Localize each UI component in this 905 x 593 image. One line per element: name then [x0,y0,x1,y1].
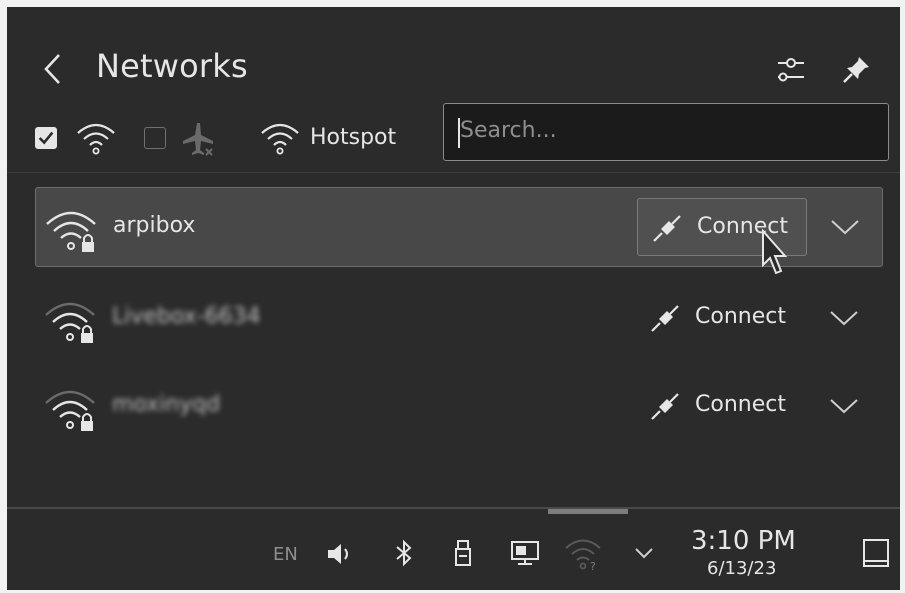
configure-icon[interactable] [773,51,809,87]
chevron-down-icon[interactable] [828,216,862,238]
wifi-secured-icon [45,390,95,431]
wifi-icon [77,123,115,155]
network-row[interactable]: moxinyqd Connect [35,367,883,447]
hotspot-button[interactable]: Hotspot [310,125,396,150]
svg-text:?: ? [590,560,596,572]
panel-drag-handle[interactable] [548,509,628,514]
chevron-down-icon[interactable] [827,395,861,417]
panel-divider [7,507,900,509]
network-row[interactable]: Livebox-6634 Connect [35,279,883,359]
divider [7,172,900,173]
plug-icon [651,305,679,332]
usb-drive-icon[interactable] [453,538,473,568]
connect-label: Connect [695,392,786,417]
bluetooth-icon[interactable] [393,538,415,568]
mouse-pointer-icon [762,229,788,275]
network-name: Livebox-6634 [112,304,261,329]
wifi-secured-icon [45,302,95,343]
wifi-enabled-checkbox[interactable] [35,127,57,149]
plug-icon [651,393,679,420]
airplane-mode-checkbox[interactable] [144,127,166,149]
pin-icon[interactable] [839,51,875,87]
page-title: Networks [96,47,248,85]
connect-label: Connect [695,304,786,329]
connect-button[interactable]: Connect [636,289,806,347]
display-icon[interactable] [509,538,541,568]
connect-button[interactable]: Connect [636,377,806,435]
clock-date[interactable]: 6/13/23 [707,558,776,579]
chevron-down-icon[interactable] [633,545,655,561]
search-placeholder: Search... [460,118,557,143]
search-input[interactable]: Search... [443,103,889,161]
plug-icon [653,215,681,242]
chevron-down-icon[interactable] [827,307,861,329]
volume-icon[interactable] [325,540,355,568]
airplane-mode-icon [183,123,213,156]
networks-popup: Networks Hotspot Search... arpibox Conne… [7,7,900,590]
clock-time[interactable]: 3:10 PM [691,526,796,556]
hotspot-wifi-icon[interactable] [259,119,301,157]
back-icon[interactable] [41,49,65,89]
network-name: moxinyqd [112,392,221,417]
network-status-icon[interactable]: ? [563,534,603,572]
checkmark-icon [38,131,54,145]
network-name: arpibox [113,213,196,238]
wifi-secured-icon [46,211,96,252]
keyboard-layout-indicator[interactable]: EN [273,544,298,565]
show-desktop-icon[interactable] [861,537,891,569]
